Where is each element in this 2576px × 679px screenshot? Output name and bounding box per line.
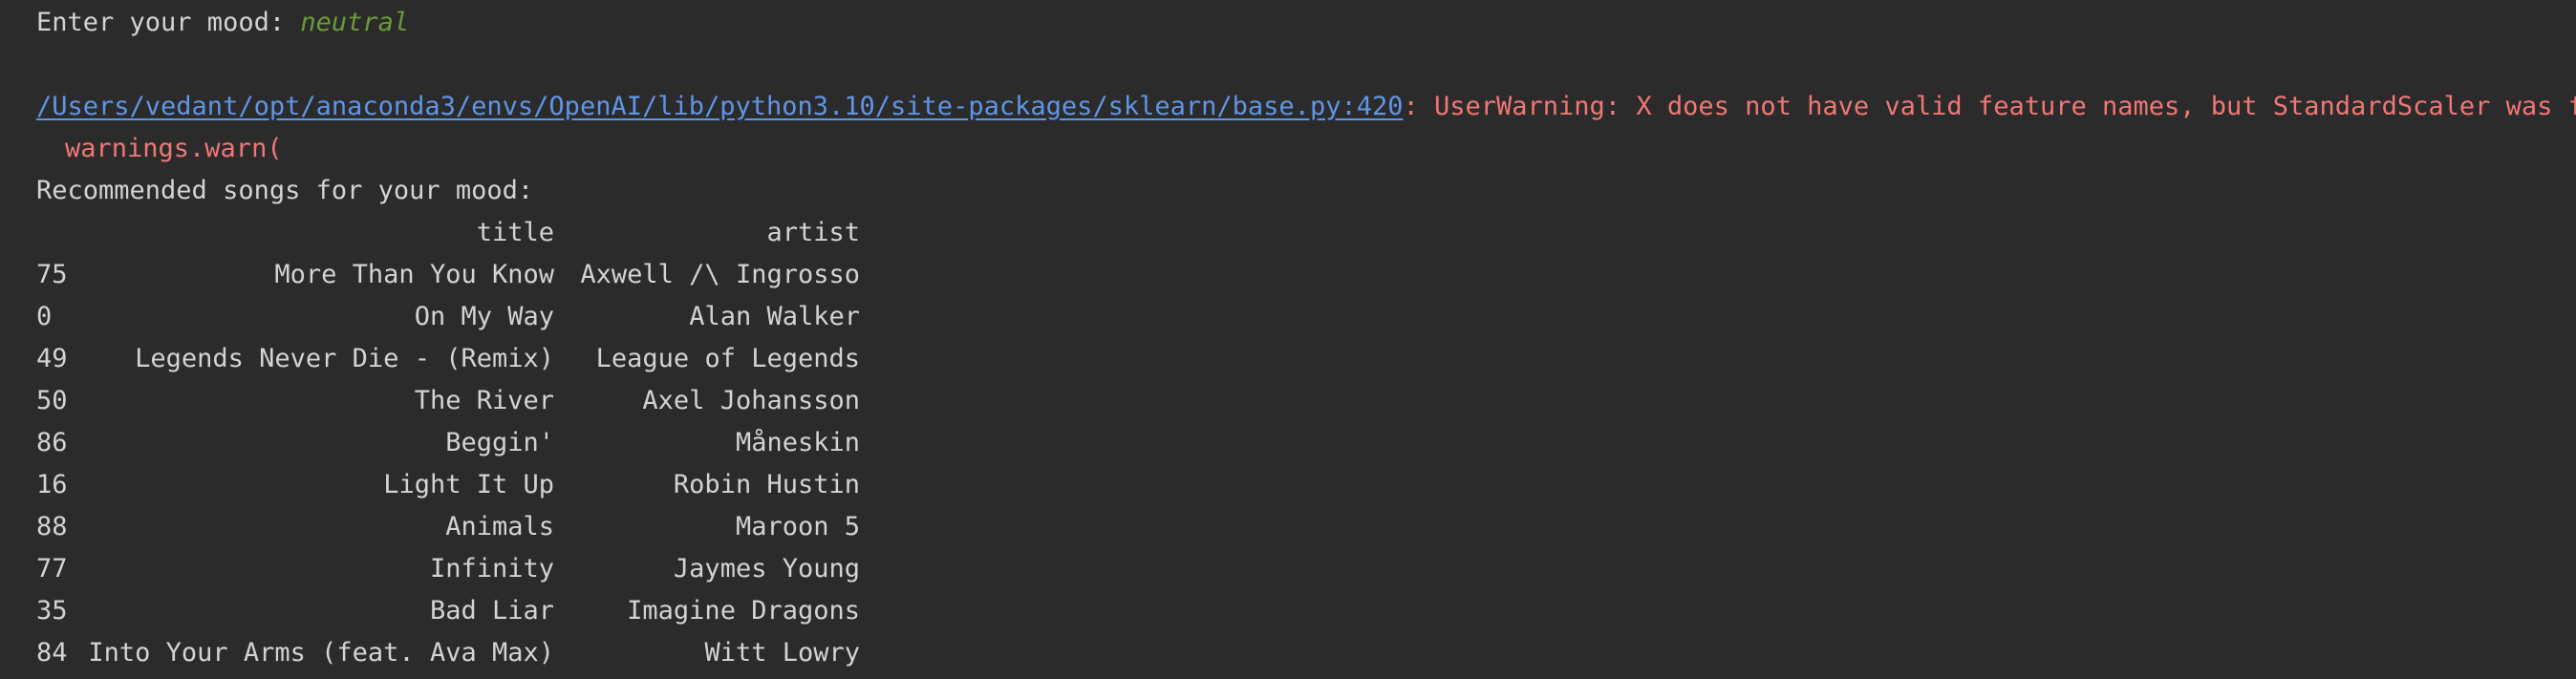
console-output: Enter your mood: neutral /Users/vedant/o… — [0, 0, 2576, 679]
warning-call-line: warnings.warn( — [65, 134, 283, 163]
row-artist: Jaymes Young — [673, 554, 860, 584]
row-artist: Axel Johansson — [642, 386, 860, 415]
row-artist: Maroon 5 — [735, 512, 860, 541]
row-title: More Than You Know — [274, 260, 554, 289]
row-artist: League of Legends — [595, 344, 860, 373]
row-index: 77 — [36, 554, 68, 584]
row-artist: Witt Lowry — [704, 638, 860, 668]
row-artist: Axwell /\ Ingrosso — [580, 260, 860, 289]
row-index: 35 — [36, 596, 68, 626]
warning-message: : UserWarning: X does not have valid fea… — [1403, 92, 2576, 121]
row-artist: Alan Walker — [689, 302, 860, 331]
warning-line: /Users/vedant/opt/anaconda3/envs/OpenAI/… — [36, 86, 2576, 128]
row-index: 16 — [36, 470, 68, 499]
row-artist: Imagine Dragons — [627, 596, 860, 626]
warning-file-link[interactable]: /Users/vedant/opt/anaconda3/envs/OpenAI/… — [36, 92, 1403, 121]
row-title: Infinity — [429, 554, 554, 584]
row-artist: Robin Hustin — [673, 470, 860, 499]
row-index: 75 — [36, 260, 68, 289]
row-index: 0 — [36, 302, 53, 331]
row-index: 50 — [36, 386, 68, 415]
row-title: Animals — [445, 512, 554, 541]
row-title: Legends Never Die - (Remix) — [135, 344, 554, 373]
mood-prompt-line: Enter your mood: neutral — [36, 2, 409, 44]
row-title: The River — [414, 386, 554, 415]
row-index: 49 — [36, 344, 68, 373]
mood-input-value[interactable]: neutral — [300, 8, 409, 37]
row-index: 88 — [36, 512, 68, 541]
row-artist: Måneskin — [735, 428, 860, 457]
row-index: 86 — [36, 428, 68, 457]
recommend-heading: Recommended songs for your mood: — [36, 176, 534, 205]
row-title: On My Way — [414, 302, 554, 331]
row-title: Beggin' — [445, 428, 554, 457]
column-header-title: title — [476, 218, 554, 247]
row-title: Bad Liar — [429, 596, 554, 626]
row-index: 84 — [36, 638, 68, 668]
row-title: Into Your Arms (feat. Ava Max) — [88, 638, 554, 668]
column-header-artist: artist — [766, 218, 860, 247]
mood-prompt-label: Enter your mood: — [36, 8, 301, 37]
row-title: Light It Up — [383, 470, 554, 499]
